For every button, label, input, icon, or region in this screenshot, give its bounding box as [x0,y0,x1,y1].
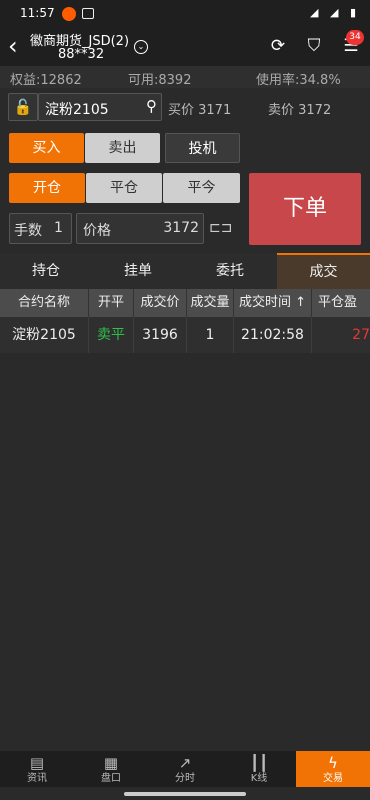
buy-button[interactable]: 买入 [9,133,84,163]
close-today-button[interactable]: 平今 [163,173,240,203]
bid-price: 买价 3171 [168,103,232,118]
col-price[interactable]: 成交价 [134,289,187,317]
col-time[interactable]: 成交时间 ↑ [234,289,312,317]
price-label: 价格 [83,223,111,239]
row-pnl: 27 [352,327,370,343]
nav-timeshare-label: 分时 [175,773,195,784]
row-open-close: 卖平 [89,317,134,353]
contract-selector[interactable]: 淀粉2105 ⚲ [38,93,162,121]
sell-button[interactable]: 卖出 [85,133,160,163]
usage-value: 使用率:34.8% [256,73,341,88]
row-time: 21:02:58 [234,317,312,353]
bottom-navigation: ▤ 资讯 ▦ 盘口 ↗ 分时 ┃┃ K线 ϟ 交易 [0,751,370,787]
app-header: ‹ 徽商期货_JSD(2) 88**32 ⌄ ⟳ ⛉ ☰ 34 [0,28,370,66]
image-notification-icon [82,8,94,19]
unlink-icon[interactable]: ⊏⊐ [209,220,232,236]
account-id: 88**32 [58,47,105,62]
open-position-button[interactable]: 开仓 [9,173,85,203]
col-open-close[interactable]: 开平 [89,289,134,317]
quantity-label: 手数 [14,223,42,239]
nav-news-label: 资讯 [27,773,47,784]
contract-name: 淀粉2105 [45,102,109,118]
news-icon: ▤ [29,754,45,772]
search-icon[interactable]: ⚲ [146,97,157,115]
chevron-down-icon[interactable]: ⌄ [134,40,148,54]
account-info-bar: 权益:12862 可用:8392 使用率:34.8% [0,66,370,88]
nav-news[interactable]: ▤ 资讯 [0,751,74,787]
table-row[interactable]: 淀粉2105 卖平 3196 1 21:02:58 27 [0,317,370,353]
tab-orders[interactable]: 委托 [184,253,276,289]
row-volume: 1 [187,317,234,353]
trades-table-header: 合约名称 开平 成交价 成交量 成交时间 ↑ 平仓盈 [0,289,370,317]
home-indicator[interactable] [124,792,246,796]
nav-orderbook[interactable]: ▦ 盘口 [74,751,148,787]
kline-icon: ┃┃ [249,754,269,772]
unlock-icon[interactable]: 🔓 [8,93,38,121]
notification-badge: 34 [346,30,364,45]
trade-icon: ϟ [328,754,338,772]
row-contract: 淀粉2105 [0,317,89,353]
ask-price: 卖价 3172 [268,103,332,118]
place-order-button[interactable]: 下单 [249,173,361,245]
tab-pending[interactable]: 挂单 [92,253,184,289]
status-bar: 11:57 ◢ ◢ ▮ [0,0,370,28]
speculation-button[interactable]: 投机 [165,133,240,163]
available-value: 可用:8392 [128,73,192,88]
col-volume[interactable]: 成交量 [187,289,234,317]
refresh-icon[interactable]: ⟳ [267,35,289,57]
close-position-button[interactable]: 平仓 [86,173,162,203]
shield-bolt-icon[interactable]: ⛉ [303,35,325,57]
nav-trade-label: 交易 [323,773,343,784]
quantity-value: 1 [54,220,63,236]
nav-trade[interactable]: ϟ 交易 [296,751,370,787]
trade-tabs: 持仓 挂单 委托 成交 [0,253,370,289]
back-arrow-icon[interactable]: ‹ [8,32,18,60]
col-contract[interactable]: 合约名称 [0,289,89,317]
tab-positions[interactable]: 持仓 [0,253,92,289]
price-value: 3172 [163,220,199,236]
col-pnl[interactable]: 平仓盈 [312,289,370,317]
price-field[interactable]: 价格 3172 [76,213,204,244]
nav-orderbook-label: 盘口 [101,773,121,784]
system-status-icons: ◢ ◢ ▮ [310,6,360,19]
row-price: 3196 [134,317,187,353]
orderbook-icon: ▦ [103,754,119,772]
equity-value: 权益:12862 [10,73,82,88]
timeshare-icon: ↗ [178,754,192,772]
app-notification-icon [62,7,76,21]
nav-kline[interactable]: ┃┃ K线 [222,751,296,787]
quantity-field[interactable]: 手数 1 [9,213,72,244]
status-time: 11:57 [20,6,55,20]
nav-timeshare[interactable]: ↗ 分时 [148,751,222,787]
tab-trades[interactable]: 成交 [277,253,370,289]
nav-kline-label: K线 [250,773,268,784]
